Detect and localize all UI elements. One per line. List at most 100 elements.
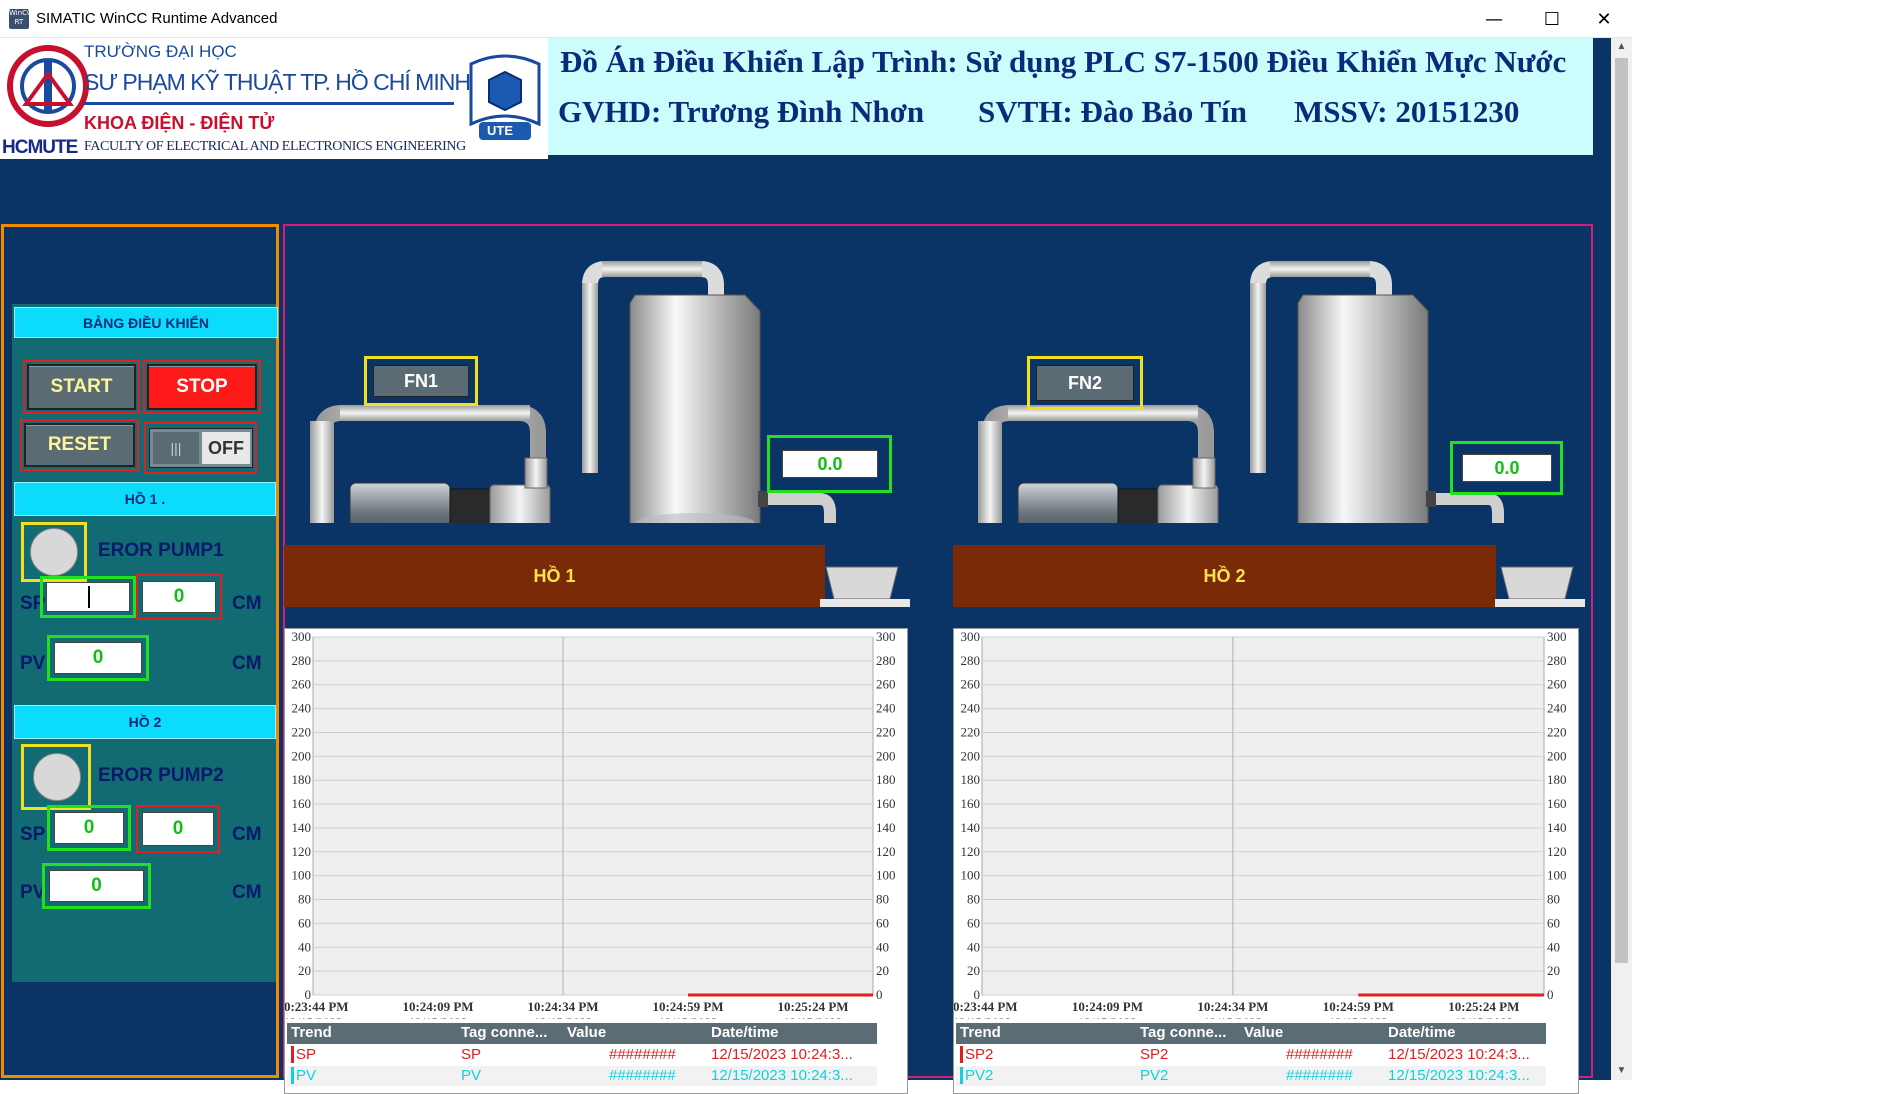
trend2-row1-datetime: 12/15/2023 10:24:3... xyxy=(1388,1046,1530,1063)
trend2-y-tick-left: 100 xyxy=(961,868,981,883)
trend2-row1-trend: SP2 xyxy=(960,1046,993,1063)
start-button[interactable]: START xyxy=(27,364,136,410)
window-title: SIMATIC WinCC Runtime Advanced xyxy=(36,10,278,27)
trend1-y-tick-right: 40 xyxy=(876,939,889,954)
app-icon-text: WinCC RT xyxy=(9,9,32,26)
trend1-col-datetime[interactable]: Date/time xyxy=(711,1024,779,1041)
logo-brand: HCMUTE xyxy=(2,137,78,158)
trend1-y-tick-right: 120 xyxy=(876,844,896,859)
app-window: WinCC RT SIMATIC WinCC Runtime Advanced … xyxy=(0,0,1632,1094)
fan1-button-frame: FN1 xyxy=(364,356,478,406)
trend1-row2-value: ######## xyxy=(609,1067,676,1084)
trend1-y-tick-left: 20 xyxy=(298,963,311,978)
trend2-y-tick-right: 200 xyxy=(1547,748,1567,763)
trend1-y-tick-right: 180 xyxy=(876,772,896,787)
text-cursor xyxy=(88,586,90,608)
table-row[interactable]: SP SP ######## 12/15/2023 10:24:3... xyxy=(287,1045,877,1065)
trend2-col-tag[interactable]: Tag conne... xyxy=(1140,1024,1226,1041)
tank2-sp-input[interactable]: 0 xyxy=(54,812,124,844)
scroll-up-arrow-icon[interactable]: ▲ xyxy=(1611,38,1632,56)
trend1-col-trend[interactable]: Trend xyxy=(291,1024,332,1041)
trend2-col-value[interactable]: Value xyxy=(1244,1024,1283,1041)
trend1-y-tick-left: 300 xyxy=(292,629,312,644)
control-panel-title: BẢNG ĐIỀU KHIỂN xyxy=(14,307,278,338)
trend2-y-tick-left: 220 xyxy=(961,724,981,739)
student-id-label: MSSV: 20151230 xyxy=(1294,94,1520,129)
trend-view-2[interactable]: 300 300 280 280 260 260 240 240 220 220 200 200 180 1… xyxy=(953,628,1579,1094)
tank1-pv-value: 0 xyxy=(54,642,142,674)
trend1-y-tick-left: 140 xyxy=(292,820,312,835)
trend2-y-tick-right: 20 xyxy=(1547,963,1560,978)
trend2-y-tick-left: 40 xyxy=(967,939,980,954)
trend2-y-tick-left: 280 xyxy=(961,653,981,668)
maximize-button[interactable]: ☐ xyxy=(1523,0,1581,38)
trend2-chart[interactable]: 300 300280 280260 260240 240220 220200 200180 1… xyxy=(954,629,1580,1019)
trend2-col-datetime[interactable]: Date/time xyxy=(1388,1024,1456,1041)
project-title-box: Đồ Án Điều Khiển Lập Trình: Sử dụng PLC … xyxy=(548,38,1593,155)
logo-line3: KHOA ĐIỆN - ĐIỆN TỬ xyxy=(84,113,275,133)
trend1-row1-datetime: 12/15/2023 10:24:3... xyxy=(711,1046,853,1063)
trend1-y-tick-left: 240 xyxy=(292,701,312,716)
trend1-y-tick-right: 200 xyxy=(876,748,896,763)
trend1-x-tick-time: 10:24:34 PM xyxy=(527,999,598,1014)
instructor-label: GVHD: Trương Đình Nhơn xyxy=(558,94,925,129)
trend2-y-tick-left: 80 xyxy=(967,892,980,907)
trend2-x-tick-time: 10:24:34 PM xyxy=(1197,999,1268,1014)
fan1-button[interactable]: FN1 xyxy=(373,365,469,397)
trend2-col-trend[interactable]: Trend xyxy=(960,1024,1001,1041)
trend1-row1-trend: SP xyxy=(291,1046,316,1063)
tank2-pv-unit: CM xyxy=(232,882,262,903)
trend2-y-tick-right: 240 xyxy=(1547,701,1567,716)
stop-button[interactable]: STOP xyxy=(147,364,257,410)
trend2-x-tick-date: 12/15/2023 xyxy=(1454,1015,1514,1019)
tank2-pv-value: 0 xyxy=(49,870,144,902)
minimize-button[interactable]: — xyxy=(1465,0,1523,38)
logo-line2: SƯ PHẠM KỸ THUẬT TP. HỒ CHÍ MINH xyxy=(84,69,471,95)
trend2-y-tick-right: 120 xyxy=(1547,844,1567,859)
trend2-x-tick-time: 10:23:44 PM xyxy=(954,999,1018,1014)
trend1-x-tick-time: 10:23:44 PM xyxy=(285,999,349,1014)
trend1-y-tick-right: 140 xyxy=(876,820,896,835)
trend2-x-tick-date: 12/15/2023 xyxy=(954,1015,1012,1019)
trend2-y-tick-right: 180 xyxy=(1547,772,1567,787)
trend2-y-tick-left: 300 xyxy=(961,629,981,644)
trend2-y-tick-left: 200 xyxy=(961,748,981,763)
close-button[interactable]: ✕ xyxy=(1575,0,1633,38)
scroll-thumb[interactable] xyxy=(1615,58,1628,963)
trend2-y-tick-left: 180 xyxy=(961,772,981,787)
tank2-sp-value: 0 xyxy=(142,812,214,846)
university-logo: HCMUTE TRƯỜNG ĐẠI HỌC SƯ PHẠM KỸ THUẬT T… xyxy=(0,38,548,159)
close-icon: ✕ xyxy=(1596,8,1612,30)
trend2-x-tick-time: 10:24:09 PM xyxy=(1072,999,1143,1014)
hcmute-emblem-icon xyxy=(7,45,89,127)
trend2-row1-tag: SP2 xyxy=(1140,1046,1169,1063)
reset-button[interactable]: RESET xyxy=(24,423,135,467)
trend1-col-tag[interactable]: Tag conne... xyxy=(461,1024,547,1041)
title-bar[interactable]: WinCC RT SIMATIC WinCC Runtime Advanced … xyxy=(0,0,1632,38)
trend1-y-tick-right: 260 xyxy=(876,677,896,692)
trend1-x-tick-date: 12/15/2023 xyxy=(408,1015,468,1019)
trend1-y-tick-left: 220 xyxy=(292,724,312,739)
fan2-button[interactable]: FN2 xyxy=(1036,365,1134,401)
pump1-error-lamp xyxy=(30,528,78,576)
trend1-chart[interactable]: 300 300280 280260 260240 240220 220200 200180 1… xyxy=(285,629,909,1019)
tank2-base: HỒ 2 xyxy=(953,545,1496,607)
scroll-down-arrow-icon[interactable]: ▼ xyxy=(1611,1062,1632,1080)
table-row[interactable]: PV PV ######## 12/15/2023 10:24:3... xyxy=(287,1066,877,1086)
trend2-x-tick-time: 10:25:24 PM xyxy=(1448,999,1519,1014)
trend2-y-tick-right: 0 xyxy=(1547,987,1554,1002)
table-row[interactable]: SP2 SP2 ######## 12/15/2023 10:24:3... xyxy=(956,1045,1546,1065)
trend1-col-value[interactable]: Value xyxy=(567,1024,606,1041)
trend2-y-tick-right: 40 xyxy=(1547,939,1560,954)
table-row[interactable]: PV2 PV2 ######## 12/15/2023 10:24:3... xyxy=(956,1066,1546,1086)
vertical-scrollbar[interactable]: ▲ ▼ xyxy=(1611,38,1632,1080)
trend1-y-tick-right: 300 xyxy=(876,629,896,644)
trend-view-1[interactable]: 300 300 280 280 260 260 240 240 220 220 200 200 180 1… xyxy=(284,628,908,1094)
trend2-row2-trend: PV2 xyxy=(960,1067,993,1084)
mode-toggle-switch[interactable]: ||| OFF xyxy=(149,428,253,468)
wincc-app-icon: WinCC RT xyxy=(9,9,32,29)
trend1-x-tick-date: 12/15/2023 xyxy=(658,1015,718,1019)
logo-rule xyxy=(84,102,454,105)
pump2-error-lamp xyxy=(33,753,81,801)
trend1-y-tick-left: 260 xyxy=(292,677,312,692)
